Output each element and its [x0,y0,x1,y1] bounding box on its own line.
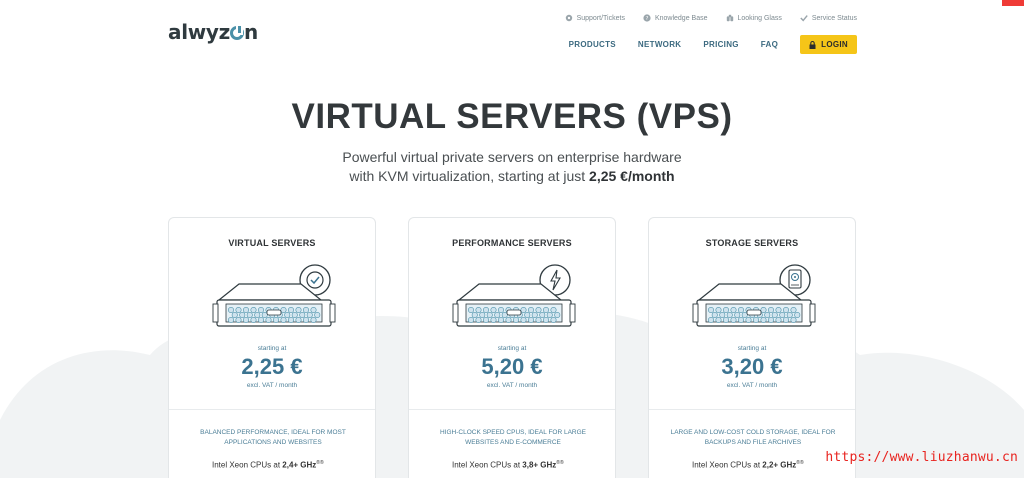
support-tickets-link[interactable]: Support/Tickets [565,14,625,22]
page-title: VIRTUAL SERVERS (VPS) [291,97,733,136]
nav-faq[interactable]: FAQ [761,40,778,49]
card-price: 5,20 € [481,354,543,379]
cpu-spec: Intel Xeon CPUs at 3,8+ GHz®® [452,460,564,470]
question-icon: ? [643,14,651,22]
login-label: LOGIN [821,40,848,49]
check-icon [800,15,808,22]
cpu-spec: Intel Xeon CPUs at 2,4+ GHz®® [212,460,324,470]
subtitle-price: 2,25 €/month [589,168,675,184]
product-card[interactable]: PERFORMANCE SERVERS starting at 5,20 € e… [408,217,616,478]
watermark-text: https://www.liuzhanwu.cn [825,450,1018,465]
card-title: STORAGE SERVERS [705,238,799,248]
cpu-spec-prefix: Intel Xeon CPUs at [452,460,523,470]
card-divider [169,409,375,410]
subtitle-line-1: Powerful virtual private servers on ente… [342,149,682,165]
cpu-spec-prefix: Intel Xeon CPUs at [692,460,763,470]
card-description: BALANCED PERFORMANCE, IDEAL FOR MOST APP… [200,429,346,446]
page-subtitle: Powerful virtual private servers on ente… [0,148,1024,186]
starting-at-label: starting at [257,345,287,352]
binoculars-icon [726,14,733,22]
brand-logo[interactable]: alwyz n [168,20,258,44]
power-logo-icon [230,24,245,40]
cpu-spec-sup: ®® [316,460,324,466]
cpu-spec-value: 3,8+ GHz [522,460,557,470]
product-card[interactable]: STORAGE SERVERS starting at 3,20 € excl.… [648,217,856,478]
nav-network[interactable]: NETWORK [638,40,681,49]
gear-icon [565,14,572,22]
vat-note: excl. VAT / month [486,382,538,389]
corner-mark [1002,0,1024,6]
product-card[interactable]: VIRTUAL SERVERS starting at 2,25 € excl.… [168,217,376,478]
card-description: LARGE AND LOW-COST COLD STORAGE, IDEAL F… [670,429,836,446]
subtitle-line-2: with KVM virtualization, starting at jus… [0,167,1024,186]
knowledge-base-label: Knowledge Base [654,14,708,22]
cpu-spec-prefix: Intel Xeon CPUs at [212,460,283,470]
site-header: alwyz n Support/Tickets ? Knowledge Base … [0,0,1024,60]
service-status-link[interactable]: Service Status [800,14,857,22]
main-nav: PRODUCTS NETWORK PRICING FAQ LOGIN [569,35,857,54]
card-description: HIGH-CLOCK SPEED CPUS, IDEAL FOR LARGE W… [439,429,587,446]
card-title: PERFORMANCE SERVERS [452,238,572,248]
cpu-spec-sup: ®® [796,460,804,466]
vat-note: excl. VAT / month [246,382,298,389]
cpu-spec-sup: ®® [556,460,564,466]
cpu-spec-value: 2,2+ GHz [762,460,797,470]
nav-products[interactable]: PRODUCTS [569,40,616,49]
server-illustration-icon [449,264,579,336]
card-divider [409,409,615,410]
svg-text:?: ? [645,16,648,22]
lock-icon [809,40,816,49]
subtitle-line-2-text: with KVM virtualization, starting at jus… [349,168,590,184]
card-divider [649,409,855,410]
login-button[interactable]: LOGIN [800,35,857,54]
cpu-spec: Intel Xeon CPUs at 2,2+ GHz®® [692,460,804,470]
card-title: VIRTUAL SERVERS [228,238,316,248]
looking-glass-link[interactable]: Looking Glass [726,14,782,22]
knowledge-base-link[interactable]: ? Knowledge Base [643,14,708,22]
top-utility-links: Support/Tickets ? Knowledge Base Looking… [565,14,857,22]
server-illustration-icon [209,264,339,336]
nav-pricing[interactable]: PRICING [703,40,738,49]
cpu-spec-value: 2,4+ GHz [282,460,317,470]
support-tickets-label: Support/Tickets [576,14,625,22]
logo-text: alwyz [168,20,231,44]
server-illustration-icon [689,264,819,336]
card-price: 2,25 € [241,354,303,379]
starting-at-label: starting at [737,345,767,352]
logo-text-end: n [244,20,258,44]
card-price: 3,20 € [721,354,783,379]
looking-glass-label: Looking Glass [737,14,782,22]
starting-at-label: starting at [497,345,527,352]
service-status-label: Service Status [811,14,857,22]
vat-note: excl. VAT / month [726,382,778,389]
